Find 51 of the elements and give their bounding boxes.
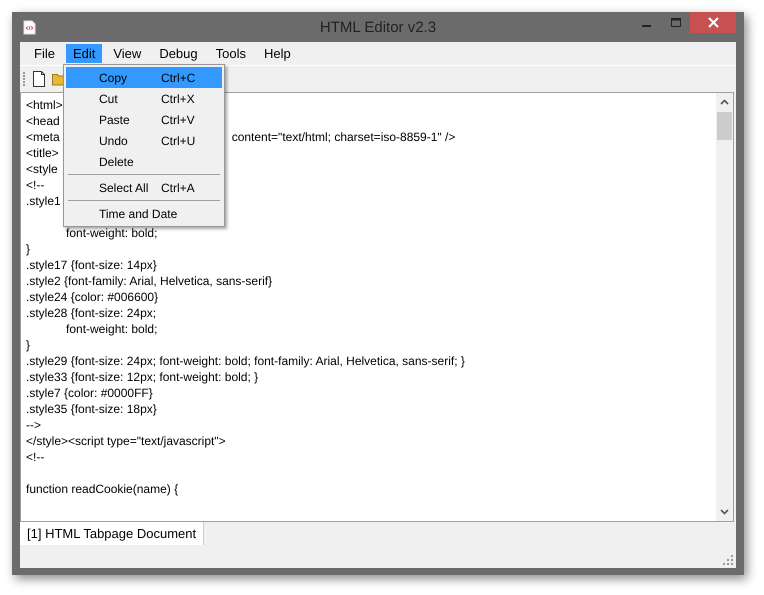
- vertical-scrollbar[interactable]: [716, 93, 733, 521]
- menu-item[interactable]: Cut Ctrl+X: [66, 88, 222, 109]
- code-line: }: [26, 241, 30, 257]
- close-icon: [708, 17, 718, 28]
- document-tab[interactable]: [1] HTML Tabpage Document: [20, 522, 204, 545]
- code-line: .style33 {font-size: 12px; font-weight: bold; }: [26, 369, 258, 385]
- code-line: </style><script type="text/javascript">: [26, 433, 226, 449]
- code-line: <!--: [26, 449, 44, 465]
- menu-item[interactable]: View: [106, 44, 148, 63]
- scroll-down-icon[interactable]: [720, 509, 729, 515]
- code-editor[interactable]: [20, 92, 734, 522]
- menu-item[interactable]: Copy Ctrl+C: [66, 67, 222, 88]
- menu-item[interactable]: Debug: [152, 44, 205, 63]
- menu-item[interactable]: Tools: [208, 44, 253, 63]
- code-line: <meta: [26, 129, 60, 145]
- menu-item[interactable]: Edit: [66, 44, 102, 63]
- toolbar-grip-icon: [23, 71, 26, 87]
- resize-grip-icon[interactable]: [723, 555, 733, 565]
- document-icon: [23, 20, 36, 34]
- code-line: .style35 {font-size: 18px}: [26, 401, 157, 417]
- code-line: content="text/html; charset=iso-8859-1" />: [232, 129, 456, 145]
- scroll-up-icon[interactable]: [720, 99, 729, 105]
- window-title: HTML Editor v2.3: [318, 18, 438, 36]
- scroll-thumb[interactable]: [717, 112, 732, 140]
- code-line: }: [26, 337, 30, 353]
- menu-item[interactable]: Delete: [66, 151, 222, 172]
- menu-item[interactable]: Paste Ctrl+V: [66, 109, 222, 130]
- menu-item[interactable]: Time and Date: [66, 203, 222, 224]
- code-line: .style28 {font-size: 24px;: [26, 305, 156, 321]
- code-line: .style1: [26, 193, 61, 209]
- code-line: -->: [26, 417, 41, 433]
- code-line: .style24 {color: #006600}: [26, 289, 158, 305]
- maximize-icon: [670, 18, 680, 28]
- code-line: <style: [26, 161, 58, 177]
- menu-item[interactable]: Undo Ctrl+U: [66, 130, 222, 151]
- code-line: .style17 {font-size: 14px}: [26, 257, 157, 273]
- code-line: .style2 {font-family: Arial, Helvetica, sans-serif}: [26, 273, 272, 289]
- code-line: <head: [26, 113, 60, 129]
- close-button[interactable]: [690, 12, 736, 33]
- menu-item[interactable]: File: [27, 44, 62, 63]
- code-line: .style7 {color: #0000FF}: [26, 385, 153, 401]
- code-line: font-weight: bold;: [65, 321, 158, 337]
- code-line: <!--: [26, 177, 44, 193]
- menu-item[interactable]: Select All Ctrl+A: [66, 177, 222, 198]
- code-line: <html>: [26, 97, 63, 113]
- code-line: font-weight: bold;: [65, 225, 158, 241]
- code-line: function readCookie(name) {: [26, 481, 178, 497]
- code-line: .style29 {font-size: 24px; font-weight: bold; font-family: Arial, Helvetica, sans-serif; }: [26, 353, 465, 369]
- code-line: <title>: [26, 145, 59, 161]
- minimize-icon: [642, 25, 651, 27]
- menu-item[interactable]: Help: [256, 44, 298, 63]
